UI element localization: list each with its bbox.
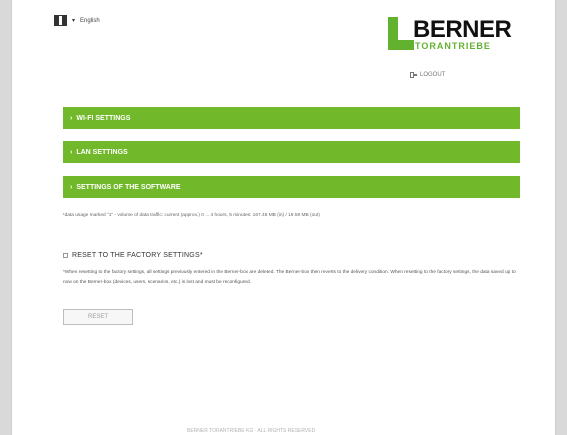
wifi-settings-section[interactable]: › WI-FI SETTINGS: [63, 107, 520, 129]
logout-icon[interactable]: [410, 72, 417, 78]
chevron-right-icon: ›: [70, 183, 73, 191]
factory-reset-description: *When resetting to the factory settings,…: [63, 270, 516, 285]
footer: BERNER TORANTRIEBE KG · ALL RIGHTS RESER…: [187, 428, 316, 434]
chevron-right-icon: ›: [70, 114, 73, 122]
section-label: LAN SETTINGS: [76, 148, 128, 156]
reset-button[interactable]: RESET: [63, 309, 133, 325]
chevron-right-icon: ›: [70, 148, 73, 156]
factory-reset-title: RESET TO THE FACTORY SETTINGS*: [72, 252, 203, 259]
flag-icon: [54, 15, 67, 26]
section-label: SETTINGS OF THE SOFTWARE: [76, 183, 181, 191]
section-label: WI-FI SETTINGS: [76, 114, 131, 122]
settings-page: ▾ English BERNER TORANTRIEBE LOGOUT › WI…: [12, 0, 555, 435]
language-selector[interactable]: ▾ English: [54, 15, 100, 26]
logout-label[interactable]: LOGOUT: [420, 72, 445, 78]
factory-reset-heading: RESET TO THE FACTORY SETTINGS*: [63, 252, 203, 259]
language-label[interactable]: English: [80, 18, 100, 24]
chevron-down-icon[interactable]: ▾: [72, 17, 75, 24]
lan-settings-section[interactable]: › LAN SETTINGS: [63, 141, 520, 163]
software-settings-section[interactable]: › SETTINGS OF THE SOFTWARE: [63, 176, 520, 198]
brand-subtitle: TORANTRIEBE: [415, 41, 491, 51]
brand-title: BERNER: [413, 16, 512, 43]
brand-mark-icon: [388, 17, 416, 51]
data-usage-note: ¹data usage marked "1" - volume of data …: [63, 213, 320, 218]
brand-logo: BERNER TORANTRIEBE: [388, 14, 518, 58]
logout-link[interactable]: LOGOUT: [410, 72, 445, 78]
checkbox-icon[interactable]: [63, 253, 68, 258]
